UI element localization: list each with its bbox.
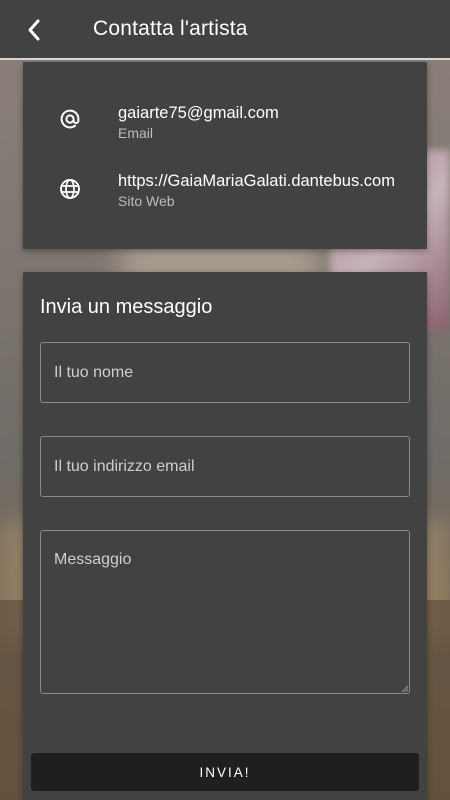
app-bar: Contatta l'artista	[0, 0, 450, 60]
contact-website-label: Sito Web	[118, 193, 175, 209]
message-form-card: Invia un messaggio	[23, 272, 427, 800]
resize-grip-icon[interactable]	[400, 684, 408, 692]
message-textarea[interactable]	[40, 530, 410, 694]
email-input[interactable]	[40, 436, 410, 497]
chevron-left-icon	[28, 19, 40, 41]
globe-icon	[57, 176, 83, 202]
contact-row-website[interactable]: https://GaiaMariaGalati.dantebus.com Sit…	[23, 172, 427, 222]
at-sign-icon	[57, 106, 83, 132]
name-input[interactable]	[40, 342, 410, 403]
page-title: Contatta l'artista	[93, 17, 248, 40]
contact-website-value: https://GaiaMariaGalati.dantebus.com	[118, 172, 395, 190]
form-heading: Invia un messaggio	[40, 296, 213, 318]
contact-email-value: gaiarte75@gmail.com	[118, 104, 279, 122]
contact-row-email[interactable]: gaiarte75@gmail.com Email	[23, 100, 427, 150]
send-button[interactable]: INVIA!	[31, 753, 419, 791]
contact-info-card: gaiarte75@gmail.com Email https://GaiaMa…	[23, 62, 427, 249]
back-button[interactable]	[14, 10, 54, 50]
contact-email-label: Email	[118, 125, 154, 141]
